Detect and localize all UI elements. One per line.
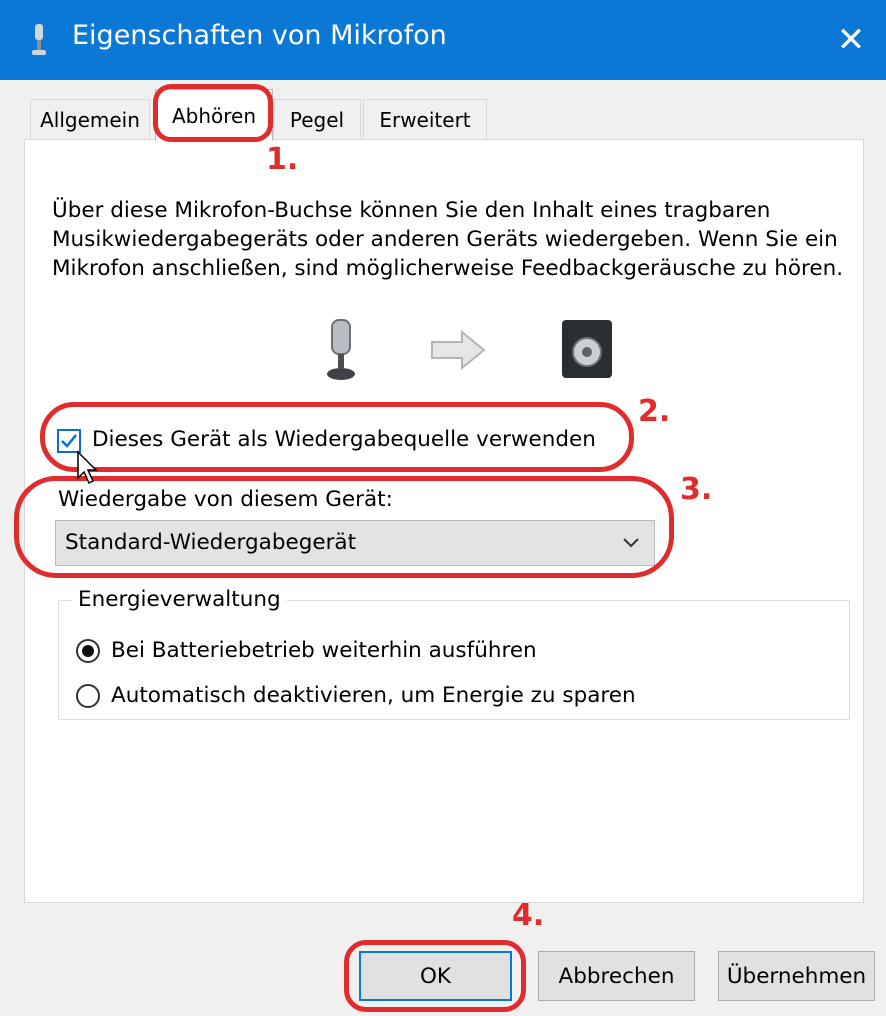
- power-management-title: Energieverwaltung: [72, 587, 287, 612]
- radio-keep-running[interactable]: [76, 639, 100, 663]
- annotation-highlight-checkbox: [40, 402, 634, 472]
- description-text: Über diese Mikrofon-Buchse können Sie de…: [52, 198, 844, 281]
- tab-pegel[interactable]: Pegel: [273, 99, 361, 139]
- radio-auto-disable-label: Automatisch deaktivieren, um Energie zu …: [111, 683, 636, 708]
- microphone-icon: [32, 24, 46, 55]
- annotation-highlight-tab: [153, 84, 273, 142]
- annotation-highlight-ok: [344, 940, 526, 1012]
- annotation-number-2: 2.: [638, 394, 671, 429]
- annotation-number-1: 1.: [266, 142, 299, 177]
- window-title: Eigenschaften von Mikrofon: [72, 20, 447, 51]
- annotation-number-3: 3.: [680, 472, 713, 507]
- radio-auto-disable[interactable]: [76, 684, 100, 708]
- annotation-highlight-playback: [14, 476, 674, 578]
- apply-button[interactable]: Übernehmen: [718, 951, 875, 1001]
- mouse-cursor-icon: [77, 450, 98, 485]
- radio-keep-running-label: Bei Batteriebetrieb weiterhin ausführen: [111, 638, 537, 663]
- annotation-number-4: 4.: [512, 898, 545, 933]
- arrow-right-icon: [431, 330, 486, 370]
- tab-erweitert[interactable]: Erweitert: [363, 99, 487, 139]
- tab-allgemein[interactable]: Allgemein: [30, 99, 150, 139]
- close-button[interactable]: ✕: [816, 0, 886, 80]
- cancel-button[interactable]: Abbrechen: [538, 951, 695, 1001]
- microphone-icon: [327, 319, 355, 380]
- speaker-icon: [562, 320, 612, 378]
- title-bar: Eigenschaften von Mikrofon ✕: [0, 0, 886, 80]
